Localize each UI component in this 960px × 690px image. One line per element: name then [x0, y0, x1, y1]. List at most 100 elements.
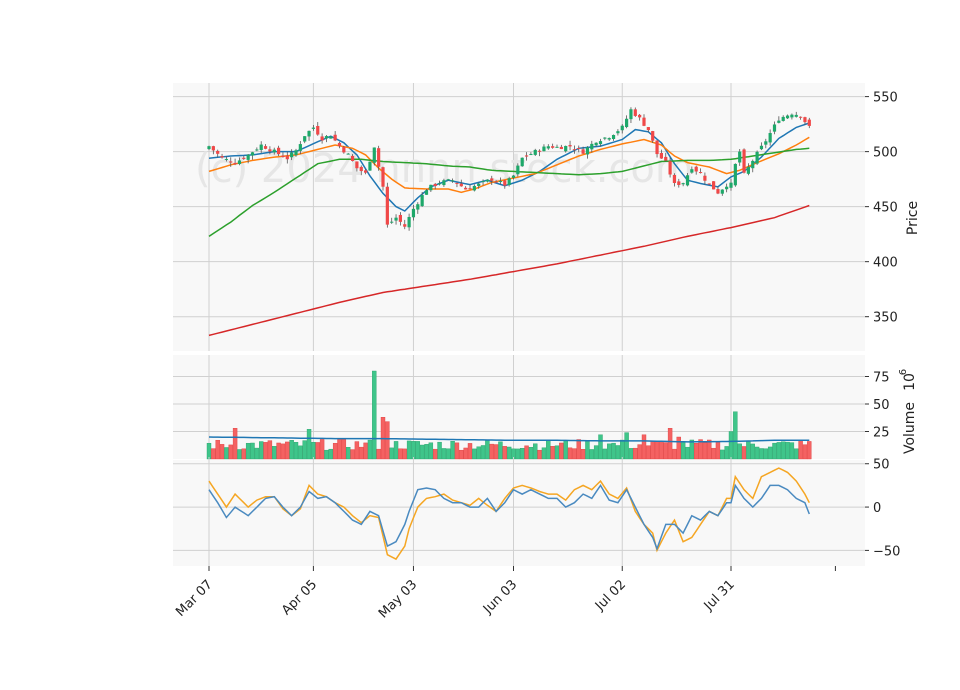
volume-bar [376, 448, 381, 460]
candle-body [668, 161, 672, 175]
volume-bar [750, 443, 755, 460]
volume-bar [754, 446, 760, 460]
volume-bar [237, 449, 242, 460]
candle-body [481, 181, 485, 183]
candle-body [694, 166, 698, 172]
volume-bar [589, 449, 594, 460]
candle-body [459, 183, 463, 187]
candle-body [342, 146, 346, 153]
volume-bar [785, 441, 790, 460]
volume-bar [502, 446, 507, 460]
candle-body [507, 178, 511, 186]
volume-bar [424, 444, 429, 460]
oscillator-y-tick-label: −50 [873, 544, 900, 559]
candle-body [285, 155, 289, 160]
candle-body [799, 116, 803, 118]
volume-bar [441, 448, 447, 460]
candle-body [651, 131, 655, 141]
volume-bar [363, 442, 368, 460]
volume-bar [580, 449, 586, 460]
volume-bar [280, 443, 286, 460]
volume-bar [667, 428, 673, 460]
candle-body [633, 109, 637, 116]
candle-body [559, 146, 563, 150]
candle-body [524, 155, 529, 157]
volume-bar [489, 443, 494, 460]
volume-bar [672, 448, 677, 460]
volume-bar [615, 445, 621, 460]
volume-bar [680, 441, 686, 460]
candle-body [429, 184, 433, 191]
candle-body [620, 125, 624, 131]
volume-bar [485, 440, 490, 460]
candle-body [598, 141, 603, 145]
volume-bar [567, 447, 573, 460]
volume-bar [646, 445, 651, 460]
volume-bar [228, 444, 233, 460]
volume-bar [689, 439, 695, 460]
volume-bar [602, 448, 608, 460]
candle-body [772, 124, 777, 132]
candle-body [464, 187, 468, 190]
candle-body [316, 125, 320, 135]
candle-body [442, 180, 446, 186]
volume-bar [707, 439, 712, 460]
volume-bar [720, 449, 725, 460]
stock-chart: (c) 2024 nnnn stock.com 350400450500550 … [0, 0, 960, 690]
candle-body [246, 154, 250, 160]
volume-bar [385, 421, 390, 460]
volume-bar [446, 448, 451, 460]
volume-bar [259, 441, 264, 460]
volume-bar [219, 444, 225, 460]
candle-body [733, 163, 737, 186]
candle-body [446, 179, 450, 181]
volume-bar [267, 440, 273, 460]
candle-body [551, 146, 555, 148]
candle-body [616, 131, 620, 134]
volume-bar [306, 429, 312, 460]
volume-bar [541, 447, 547, 460]
candle-body [498, 180, 503, 182]
volume-bar [520, 448, 525, 460]
volume-bar [741, 446, 747, 460]
volume-bar [794, 448, 799, 460]
volume-y-tick-label: 50 [873, 398, 890, 413]
volume-bar [415, 441, 420, 460]
volume-bar [402, 448, 407, 460]
volume-axis-label-text: Volume [902, 402, 918, 454]
price-y-tick-label: 550 [873, 91, 898, 106]
volume-bar [789, 442, 795, 460]
volume-bar [324, 449, 329, 460]
volume-bar [598, 434, 603, 460]
candle-body [368, 161, 372, 171]
candle-body [290, 152, 294, 158]
candle-body [659, 152, 663, 159]
volume-bar [528, 447, 534, 460]
volume-bar [372, 370, 377, 460]
candle-body [377, 148, 381, 167]
candle-body [455, 182, 459, 184]
candle-body [411, 208, 416, 218]
candle-body [224, 158, 228, 160]
volume-bar [694, 442, 699, 460]
volume-bar [798, 440, 803, 460]
candle-body [311, 127, 315, 129]
volume-bar [572, 448, 577, 460]
volume-bar [728, 431, 734, 460]
candle-body [255, 149, 259, 151]
candle-body [698, 172, 703, 174]
volume-bar [620, 439, 625, 460]
candle-body [485, 179, 489, 182]
volume-bar [459, 449, 464, 460]
candle-body [564, 145, 568, 152]
volume-bar [206, 443, 212, 460]
volume-bar [650, 441, 655, 460]
candle-body [533, 149, 537, 155]
volume-bar [433, 448, 438, 460]
candle-body [629, 109, 633, 120]
price-panel: (c) 2024 nnnn stock.com 350400450500550 … [173, 83, 921, 351]
volume-bar [341, 439, 347, 460]
volume-bar [437, 441, 442, 460]
candle-body [403, 224, 407, 227]
candle-body [738, 151, 742, 163]
